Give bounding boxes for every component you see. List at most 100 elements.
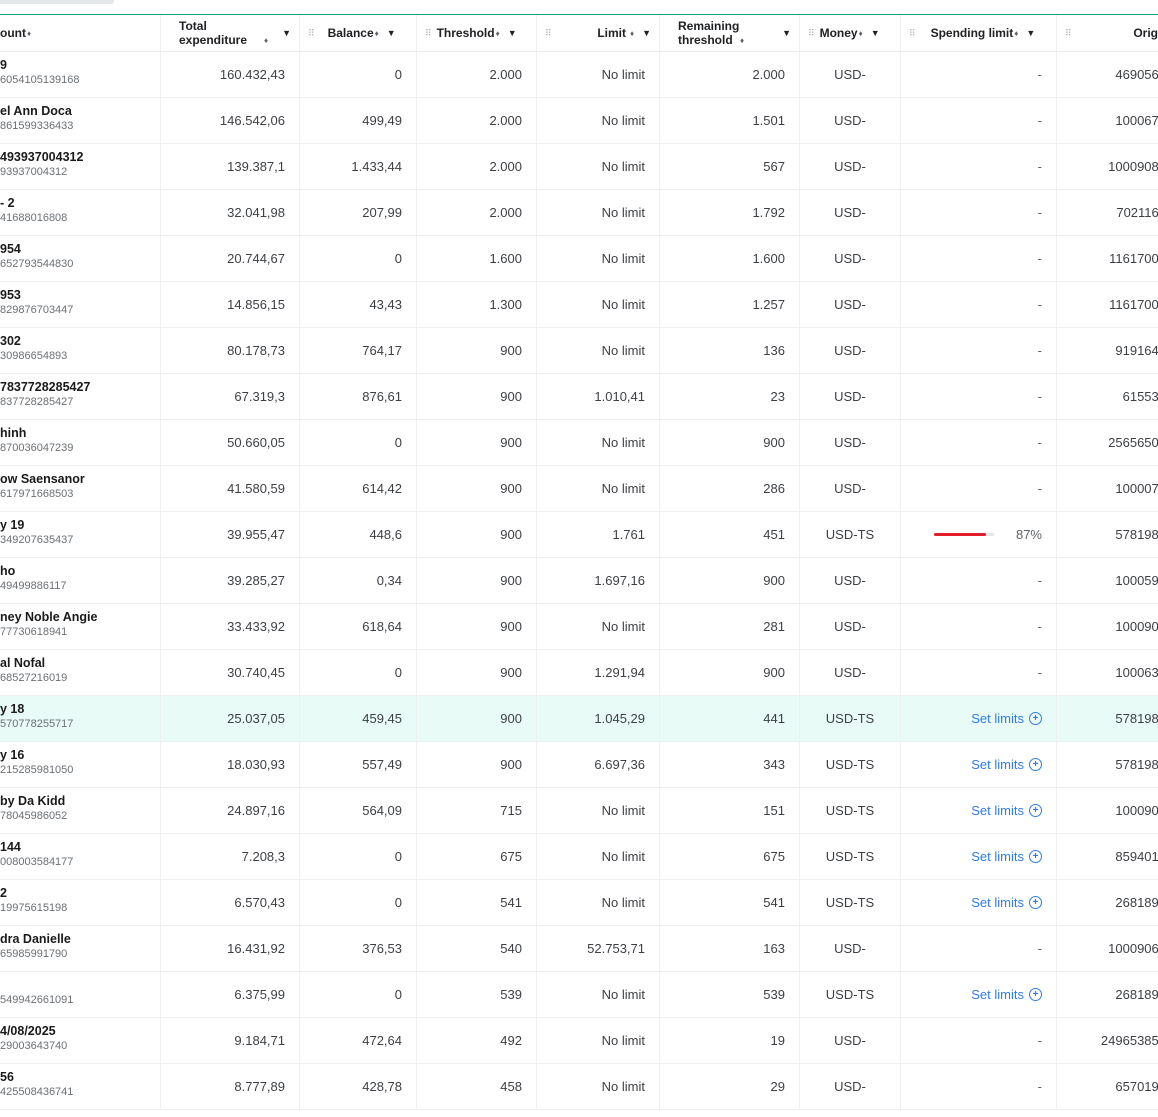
chevron-down-icon[interactable]: ▼ bbox=[642, 28, 651, 38]
sort-icon[interactable]: ♦ bbox=[630, 29, 634, 38]
table-row[interactable]: - 2 41688016808 32.041,98 207,99 2.000 No lim… bbox=[0, 190, 1158, 236]
set-limits-link[interactable]: Set limits + bbox=[971, 987, 1042, 1002]
table-row[interactable]: 4/08/2025 29003643740 9.184,71 472,64 492 No … bbox=[0, 1018, 1158, 1064]
spending-limit-cell: - bbox=[901, 374, 1057, 419]
account-cell[interactable]: el Ann Doca 861599336433 bbox=[0, 98, 161, 143]
drag-handle-icon[interactable]: ⠿ bbox=[545, 28, 552, 39]
table-row[interactable]: ho 49499886117 39.285,27 0,34 900 1.697,16 900… bbox=[0, 558, 1158, 604]
account-cell[interactable]: 302 30986654893 bbox=[0, 328, 161, 373]
drag-handle-icon[interactable]: ⠿ bbox=[308, 28, 315, 39]
table-row[interactable]: el Ann Doca 861599336433 146.542,06 499,49 2… bbox=[0, 98, 1158, 144]
threshold-cell: 900 bbox=[417, 420, 537, 465]
table-row[interactable]: ow Saensanor 617971668503 41.580,59 614,42 9… bbox=[0, 466, 1158, 512]
set-limits-link[interactable]: Set limits + bbox=[971, 803, 1042, 818]
account-cell[interactable]: 2 19975615198 bbox=[0, 880, 161, 925]
account-id: 41688016808 bbox=[0, 212, 68, 224]
account-cell[interactable]: dra Danielle 65985991790 bbox=[0, 926, 161, 971]
chevron-down-icon[interactable]: ▼ bbox=[871, 28, 880, 38]
table-row[interactable]: 56 425508436741 8.777,89 428,78 458 No limit 2… bbox=[0, 1064, 1158, 1110]
chevron-down-icon[interactable]: ▼ bbox=[282, 28, 291, 38]
table-row[interactable]: y 19 349207635437 39.955,47 448,6 900 1.761 45… bbox=[0, 512, 1158, 558]
column-header-threshold[interactable]: ⠿ Threshold ♦ ▼ bbox=[417, 15, 537, 51]
balance-cell: 618,64 bbox=[300, 604, 417, 649]
drag-handle-icon[interactable]: ⠿ bbox=[1065, 28, 1072, 39]
drag-handle-icon[interactable]: ⠿ bbox=[425, 28, 432, 39]
column-header-spending-limit[interactable]: ⠿ Spending limit ♦ ▼ bbox=[901, 15, 1057, 51]
account-cell[interactable]: y 18 570778255717 bbox=[0, 696, 161, 741]
table-row[interactable]: 9 6054105139168 160.432,43 0 2.000 No limit 2.… bbox=[0, 52, 1158, 98]
account-cell[interactable]: 953 829876703447 bbox=[0, 282, 161, 327]
column-header-origin[interactable]: ⠿ Orig bbox=[1057, 15, 1158, 51]
total-expenditure-cell: 160.432,43 bbox=[161, 52, 300, 97]
table-row[interactable]: 302 30986654893 80.178,73 764,17 900 No limit… bbox=[0, 328, 1158, 374]
sort-icon[interactable]: ♦ bbox=[496, 29, 500, 38]
set-limits-label: Set limits bbox=[971, 895, 1024, 910]
account-cell[interactable]: y 16 215285981050 bbox=[0, 742, 161, 787]
account-cell[interactable]: 954 652793544830 bbox=[0, 236, 161, 281]
chevron-down-icon[interactable]: ▼ bbox=[782, 28, 791, 38]
account-id: 68527216019 bbox=[0, 672, 68, 684]
sort-icon[interactable]: ♦ bbox=[264, 36, 268, 45]
spending-limit-cell: Set limits + bbox=[901, 972, 1057, 1017]
column-header-limit[interactable]: ⠿ Limit ♦ ▼ bbox=[537, 15, 660, 51]
money-cell: USD-TS bbox=[800, 742, 901, 787]
column-header-balance[interactable]: ⠿ Balance ♦ ▼ bbox=[300, 15, 417, 51]
account-id: 425508436741 bbox=[0, 1086, 74, 1098]
set-limits-link[interactable]: Set limits + bbox=[971, 895, 1042, 910]
table-row[interactable]: 7837728285427 837728285427 67.319,3 876,61 9… bbox=[0, 374, 1158, 420]
tab-stub[interactable] bbox=[0, 0, 114, 4]
account-cell[interactable]: ney Noble Angie 77730618941 bbox=[0, 604, 161, 649]
sort-icon[interactable]: ♦ bbox=[375, 29, 379, 38]
table-row[interactable]: 493937004312 93937004312 139.387,1 1.433,44… bbox=[0, 144, 1158, 190]
table-row[interactable]: al Nofal 68527216019 30.740,45 0 900 1.291,94… bbox=[0, 650, 1158, 696]
origin-value: 1000905 bbox=[1115, 803, 1158, 818]
table-row[interactable]: by Da Kidd 78045986052 24.897,16 564,09 715 N… bbox=[0, 788, 1158, 834]
account-name: hinh bbox=[0, 426, 27, 440]
column-header-money[interactable]: ⠿ Money ♦ ▼ bbox=[800, 15, 901, 51]
drag-handle-icon[interactable]: ⠿ bbox=[909, 28, 916, 39]
account-cell[interactable]: hinh 870036047239 bbox=[0, 420, 161, 465]
table-row[interactable]: y 16 215285981050 18.030,93 557,49 900 6.697,… bbox=[0, 742, 1158, 788]
column-header-account[interactable]: ount ♦ bbox=[0, 15, 161, 51]
set-limits-link[interactable]: Set limits + bbox=[971, 849, 1042, 864]
account-cell[interactable]: 493937004312 93937004312 bbox=[0, 144, 161, 189]
plus-circle-icon: + bbox=[1029, 804, 1042, 817]
sort-icon[interactable]: ♦ bbox=[859, 29, 863, 38]
column-header-total-expenditure[interactable]: Total expenditure ♦ ▼ bbox=[161, 15, 300, 51]
account-cell[interactable]: al Nofal 68527216019 bbox=[0, 650, 161, 695]
balance-cell: 207,99 bbox=[300, 190, 417, 235]
sort-icon[interactable]: ♦ bbox=[1014, 29, 1018, 38]
account-cell[interactable]: ow Saensanor 617971668503 bbox=[0, 466, 161, 511]
column-header-remaining-threshold[interactable]: Remaining threshold ♦ ▼ bbox=[660, 15, 800, 51]
set-limits-link[interactable]: Set limits + bbox=[971, 711, 1042, 726]
table-row[interactable]: 549942661091 6.375,99 0 539 No limit 539 USD-T… bbox=[0, 972, 1158, 1018]
sort-icon[interactable]: ♦ bbox=[740, 36, 744, 45]
set-limits-link[interactable]: Set limits + bbox=[971, 757, 1042, 772]
plus-circle-icon: + bbox=[1029, 850, 1042, 863]
table-row[interactable]: 144 008003584177 7.208,3 0 675 No limit 675 USD… bbox=[0, 834, 1158, 880]
account-cell[interactable]: 4/08/2025 29003643740 bbox=[0, 1018, 161, 1063]
sort-icon[interactable]: ♦ bbox=[27, 29, 31, 38]
chevron-down-icon[interactable]: ▼ bbox=[508, 28, 517, 38]
account-cell[interactable]: - 2 41688016808 bbox=[0, 190, 161, 235]
table-row[interactable]: 953 829876703447 14.856,15 43,43 1.300 No lim… bbox=[0, 282, 1158, 328]
account-cell[interactable]: by Da Kidd 78045986052 bbox=[0, 788, 161, 833]
account-cell[interactable]: 56 425508436741 bbox=[0, 1064, 161, 1109]
table-row[interactable]: y 18 570778255717 25.037,05 459,45 900 1.045,… bbox=[0, 696, 1158, 742]
chevron-down-icon[interactable]: ▼ bbox=[1026, 28, 1035, 38]
limit-cell: No limit bbox=[537, 98, 660, 143]
table-row[interactable]: ney Noble Angie 77730618941 33.433,92 618,6… bbox=[0, 604, 1158, 650]
account-cell[interactable]: 7837728285427 837728285427 bbox=[0, 374, 161, 419]
account-cell[interactable]: 144 008003584177 bbox=[0, 834, 161, 879]
account-cell[interactable]: ho 49499886117 bbox=[0, 558, 161, 603]
account-cell[interactable]: 549942661091 bbox=[0, 972, 161, 1017]
limit-cell: 1.697,16 bbox=[537, 558, 660, 603]
table-row[interactable]: hinh 870036047239 50.660,05 0 900 No limit 900… bbox=[0, 420, 1158, 466]
account-cell[interactable]: y 19 349207635437 bbox=[0, 512, 161, 557]
table-row[interactable]: dra Danielle 65985991790 16.431,92 376,53 54… bbox=[0, 926, 1158, 972]
drag-handle-icon[interactable]: ⠿ bbox=[808, 28, 815, 39]
chevron-down-icon[interactable]: ▼ bbox=[387, 28, 396, 38]
table-row[interactable]: 954 652793544830 20.744,67 0 1.600 No limit 1.… bbox=[0, 236, 1158, 282]
account-cell[interactable]: 9 6054105139168 bbox=[0, 52, 161, 97]
table-row[interactable]: 2 19975615198 6.570,43 0 541 No limit 541 USD-T… bbox=[0, 880, 1158, 926]
